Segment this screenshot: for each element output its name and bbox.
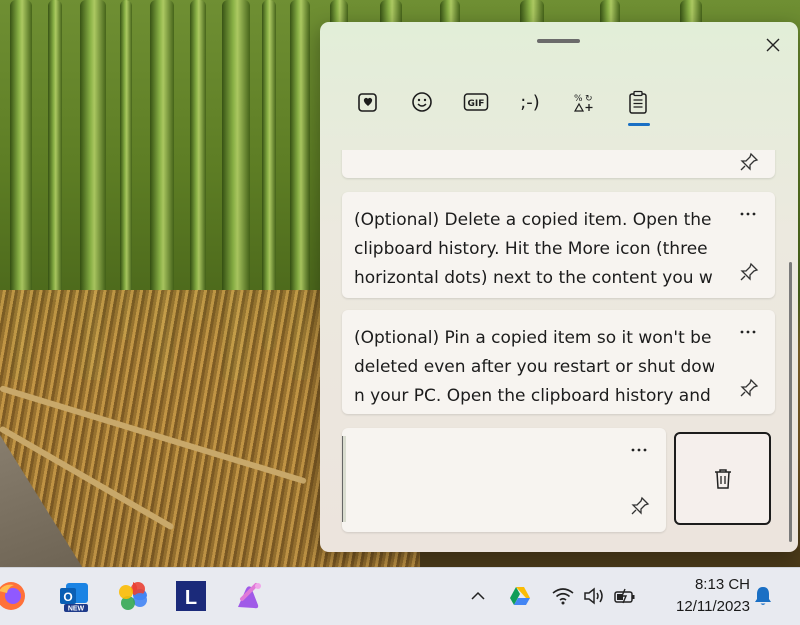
item-thumbnail-edge — [342, 436, 346, 522]
chevron-up-icon — [471, 591, 485, 600]
wifi-tray[interactable] — [551, 584, 575, 608]
more-options-button[interactable] — [737, 206, 759, 222]
clipboard-item-swiped[interactable] — [342, 428, 666, 532]
more-dots-icon — [740, 212, 756, 216]
tab-clipboard[interactable] — [616, 82, 660, 122]
taskbar: O NEW L 8:13 CH 12/11/2023 — [0, 567, 800, 625]
notifications-button[interactable] — [751, 584, 775, 608]
drag-handle[interactable] — [537, 39, 580, 43]
pin-icon[interactable] — [739, 262, 759, 282]
notification-bell-icon — [755, 587, 771, 605]
trash-icon — [714, 468, 731, 489]
google-photos-icon — [119, 582, 147, 610]
outlook-new-icon: O NEW — [60, 583, 88, 613]
kaomoji-icon: ;-) — [520, 91, 540, 113]
close-button[interactable] — [760, 32, 786, 58]
gif-icon-label: GIF — [468, 99, 485, 109]
pin-icon[interactable] — [739, 152, 759, 172]
more-dots-icon — [631, 448, 647, 452]
tab-recently-used[interactable] — [346, 82, 390, 122]
gif-icon: GIF — [463, 93, 489, 111]
emoji-clipboard-panel: GIF ;-) % ↻ (Optional) Delete a copied i… — [320, 22, 798, 552]
text-line: n your PC. Open the clipboard history an… — [354, 386, 711, 406]
active-tab-indicator — [628, 123, 650, 126]
tab-symbols[interactable]: % ↻ — [562, 82, 606, 122]
firefox-icon — [0, 582, 25, 610]
wifi-icon — [552, 588, 574, 605]
tab-emoji[interactable] — [400, 82, 444, 122]
svg-text:↻: ↻ — [585, 94, 593, 104]
text-line: horizontal dots) next to the content you… — [354, 268, 713, 288]
text-line: clipboard history. Hit the More icon (th… — [354, 239, 708, 259]
firefox-app[interactable] — [0, 579, 28, 613]
google-drive-tray[interactable] — [508, 584, 532, 608]
outlook-new-badge: NEW — [68, 606, 85, 613]
battery-icon — [614, 588, 635, 604]
clipboard-item-partial[interactable] — [342, 150, 775, 178]
text-line: (Optional) Pin a copied item so it won't… — [354, 328, 712, 348]
l-app-icon: L — [176, 581, 206, 611]
google-photos-app[interactable] — [116, 579, 150, 613]
tab-gif[interactable]: GIF — [454, 82, 498, 122]
clipboard-icon — [629, 90, 647, 114]
clipboard-item-text: (Optional) Delete a copied item. Open th… — [354, 206, 714, 293]
clock-date: 12/11/2023 — [676, 598, 750, 615]
l-app-letter: L — [185, 587, 197, 609]
close-icon — [766, 38, 780, 52]
tab-kaomoji[interactable]: ;-) — [508, 82, 552, 122]
text-line: (Optional) Delete a copied item. Open th… — [354, 210, 712, 230]
outlook-app[interactable]: O NEW — [58, 579, 92, 613]
symbols-icon: % ↻ — [573, 94, 593, 112]
delete-item-button[interactable] — [674, 432, 771, 525]
battery-tray[interactable] — [613, 584, 637, 608]
svg-text:%: % — [574, 94, 583, 104]
volume-tray[interactable] — [582, 584, 606, 608]
l-app[interactable]: L — [174, 579, 208, 613]
clipboard-item[interactable]: (Optional) Delete a copied item. Open th… — [342, 192, 775, 298]
copilot-app[interactable] — [232, 579, 266, 613]
smiley-icon — [412, 92, 432, 112]
clipboard-item[interactable]: (Optional) Pin a copied item so it won't… — [342, 310, 775, 414]
system-clock[interactable]: 8:13 CH 12/11/2023 — [650, 574, 750, 618]
more-dots-icon — [740, 330, 756, 334]
google-drive-icon — [510, 587, 530, 605]
clock-time: 8:13 CH — [694, 576, 750, 593]
more-options-button[interactable] — [628, 442, 650, 458]
text-line: deleted even after you restart or shut d… — [354, 357, 714, 377]
svg-text:O: O — [63, 590, 72, 604]
heart-box-icon — [358, 93, 377, 112]
copilot-icon — [238, 583, 261, 609]
show-hidden-icons-button[interactable] — [466, 584, 490, 608]
pin-icon[interactable] — [630, 496, 650, 516]
more-options-button[interactable] — [737, 324, 759, 340]
scrollbar[interactable] — [789, 262, 792, 542]
pin-icon[interactable] — [739, 378, 759, 398]
panel-tabs: GIF ;-) % ↻ — [342, 82, 662, 142]
volume-icon — [584, 587, 603, 605]
clipboard-item-text: (Optional) Pin a copied item so it won't… — [354, 324, 714, 411]
